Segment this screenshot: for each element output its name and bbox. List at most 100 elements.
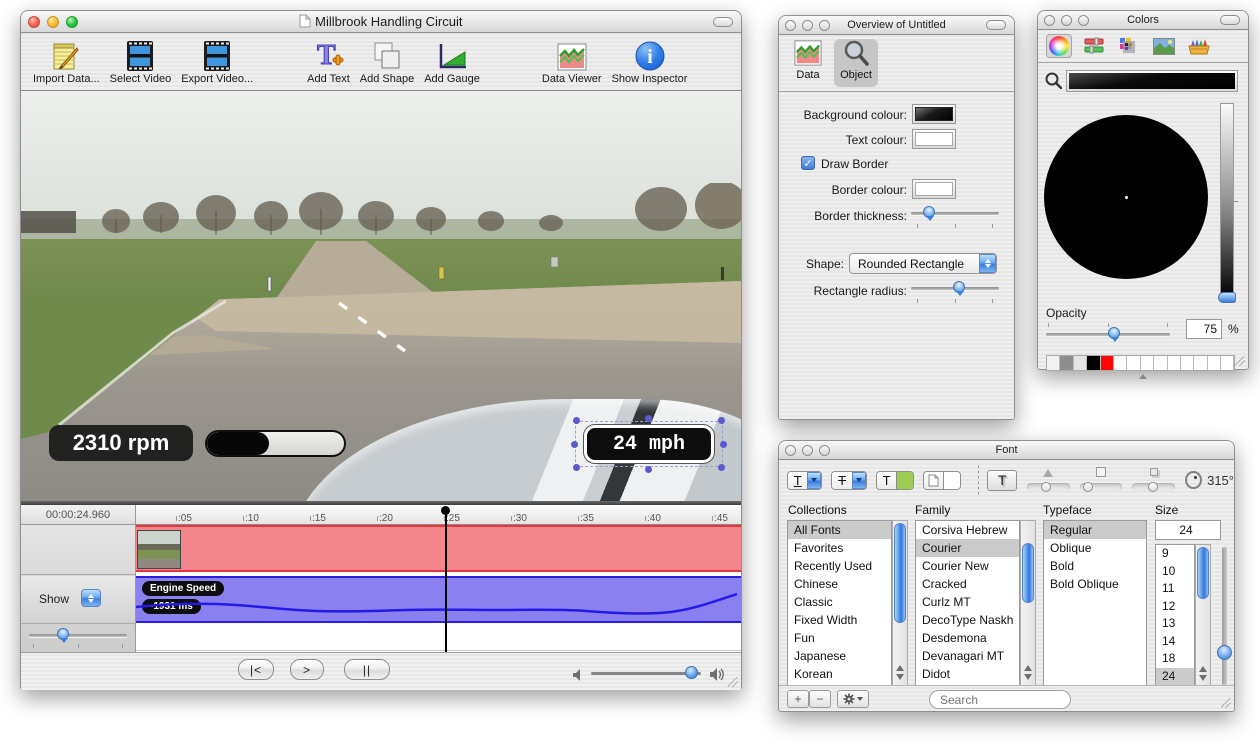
selection-handle[interactable]	[718, 464, 725, 471]
size-item[interactable]: 10	[1156, 563, 1194, 581]
typeface-item[interactable]: Bold Oblique	[1044, 575, 1146, 593]
family-list[interactable]: Corsiva HebrewCourierCourier NewCrackedC…	[915, 520, 1020, 686]
speed-overlay-selection[interactable]: 24 mph	[573, 417, 725, 471]
collection-item[interactable]: Japanese	[788, 647, 891, 665]
document-color-swatch[interactable]	[943, 472, 960, 489]
size-input[interactable]	[1155, 520, 1221, 540]
color-swatch[interactable]	[1194, 356, 1207, 370]
selection-handle[interactable]	[645, 415, 652, 422]
collections-list[interactable]: All FontsFavoritesRecently UsedChineseCl…	[787, 520, 892, 686]
color-swatch[interactable]	[1208, 356, 1221, 370]
color-wheel-cursor[interactable]	[1125, 196, 1128, 199]
shadow-opacity-slider[interactable]	[1027, 465, 1070, 495]
color-swatch[interactable]	[1074, 356, 1087, 370]
background-colour-well[interactable]	[912, 104, 956, 124]
show-inspector-button[interactable]: i Show Inspector	[612, 38, 688, 85]
color-swatch[interactable]	[1087, 356, 1100, 370]
strikethrough-control[interactable]: T	[831, 471, 866, 490]
toolbar-toggle-pill[interactable]	[713, 17, 733, 27]
selection-handle[interactable]	[718, 417, 725, 424]
collection-item[interactable]: Korean	[788, 665, 891, 683]
family-scrollbar[interactable]	[1020, 520, 1036, 686]
color-swatch[interactable]	[1060, 356, 1073, 370]
main-titlebar[interactable]: Millbrook Handling Circuit	[21, 11, 741, 33]
resize-grip[interactable]	[1234, 355, 1246, 367]
size-item[interactable]: 13	[1156, 615, 1194, 633]
size-item[interactable]: 24	[1156, 668, 1194, 686]
typeface-list[interactable]: RegularObliqueBoldBold Oblique	[1043, 520, 1147, 686]
resize-grip[interactable]	[727, 676, 739, 688]
size-item[interactable]: 12	[1156, 598, 1194, 616]
shadow-blur-slider[interactable]	[1080, 465, 1123, 495]
family-item[interactable]: Didot	[916, 665, 1019, 683]
size-list[interactable]: 910111213141824	[1155, 544, 1195, 686]
size-slider[interactable]	[1222, 547, 1227, 685]
add-text-button[interactable]: T Add Text	[307, 38, 350, 85]
font-titlebar[interactable]: Font	[779, 441, 1234, 460]
family-item[interactable]: Curlz MT	[916, 593, 1019, 611]
brightness-thumb[interactable]	[1218, 292, 1236, 303]
action-menu-button[interactable]	[837, 690, 869, 708]
pause-button[interactable]: ||	[344, 659, 390, 680]
underline-menu-arrow[interactable]	[807, 472, 821, 489]
selection-handle[interactable]	[573, 417, 580, 424]
text-color-control[interactable]: T	[876, 471, 914, 490]
border-colour-well[interactable]	[912, 179, 956, 199]
typeface-item[interactable]: Oblique	[1044, 539, 1146, 557]
typeface-item[interactable]: Bold	[1044, 557, 1146, 575]
strikethrough-menu-arrow[interactable]	[852, 472, 866, 489]
selection-handle[interactable]	[573, 464, 580, 471]
size-item[interactable]: 18	[1156, 650, 1194, 668]
timeline-ruler[interactable]: :05:10:15:20:25:30:35:40:45	[136, 505, 741, 525]
video-view[interactable]: 2310 rpm 24 mph	[21, 91, 741, 501]
video-track[interactable]	[136, 525, 741, 572]
tab-object[interactable]: Object	[834, 39, 878, 87]
collection-item[interactable]: Favorites	[788, 539, 891, 557]
import-data-button[interactable]: Import Data...	[33, 38, 100, 85]
color-wheel-tab[interactable]	[1046, 34, 1072, 58]
color-sliders-tab[interactable]	[1081, 34, 1107, 58]
image-palettes-tab[interactable]	[1151, 34, 1177, 58]
selection-handle[interactable]	[571, 441, 578, 448]
color-swatch[interactable]	[1047, 356, 1060, 370]
go-to-start-button[interactable]: |<	[238, 659, 274, 680]
rpm-overlay[interactable]: 2310 rpm	[49, 425, 193, 461]
export-video-button[interactable]: Export Video...	[181, 38, 253, 85]
selection-handle[interactable]	[720, 441, 727, 448]
speed-overlay[interactable]: 24 mph	[584, 425, 714, 463]
add-collection-button[interactable]: +	[787, 690, 809, 708]
drawer-arrow[interactable]	[1139, 374, 1147, 379]
document-color-control[interactable]	[923, 471, 961, 490]
size-item[interactable]: 11	[1156, 580, 1194, 598]
select-video-button[interactable]: Select Video	[110, 38, 172, 85]
text-color-swatch[interactable]	[896, 472, 913, 489]
shadow-angle-dial[interactable]	[1185, 471, 1202, 489]
family-item[interactable]: Courier	[916, 539, 1019, 557]
size-item[interactable]: 9	[1156, 545, 1194, 563]
rectangle-radius-slider[interactable]	[911, 281, 999, 295]
overview-titlebar[interactable]: Overview of Untitled	[779, 16, 1014, 35]
collection-item[interactable]: Classic	[788, 593, 891, 611]
color-swatch[interactable]	[1114, 356, 1127, 370]
family-item[interactable]: DecoType Naskh	[916, 611, 1019, 629]
selection-handle[interactable]	[645, 466, 652, 473]
color-swatch[interactable]	[1154, 356, 1167, 370]
timeline-zoom-slider[interactable]	[29, 628, 127, 642]
toolbar-toggle-pill[interactable]	[986, 20, 1006, 30]
brightness-slider[interactable]	[1220, 103, 1234, 299]
color-swatch[interactable]	[1221, 356, 1234, 370]
data-viewer-button[interactable]: Data Viewer	[542, 38, 602, 85]
collection-item[interactable]: All Fonts	[788, 521, 891, 539]
colors-titlebar[interactable]: Colors	[1038, 11, 1248, 30]
search-input[interactable]	[929, 690, 1071, 709]
volume-slider[interactable]	[591, 666, 701, 680]
family-item[interactable]: Desdemona	[916, 629, 1019, 647]
color-swatch[interactable]	[1181, 356, 1194, 370]
color-palettes-tab[interactable]	[1116, 34, 1142, 58]
color-swatch[interactable]	[1141, 356, 1154, 370]
typeface-item[interactable]: Regular	[1044, 521, 1146, 539]
family-item[interactable]: Courier New	[916, 557, 1019, 575]
family-item[interactable]: Devanagari MT	[916, 647, 1019, 665]
magnifier-icon[interactable]	[1045, 72, 1062, 89]
text-colour-well[interactable]	[912, 129, 956, 149]
